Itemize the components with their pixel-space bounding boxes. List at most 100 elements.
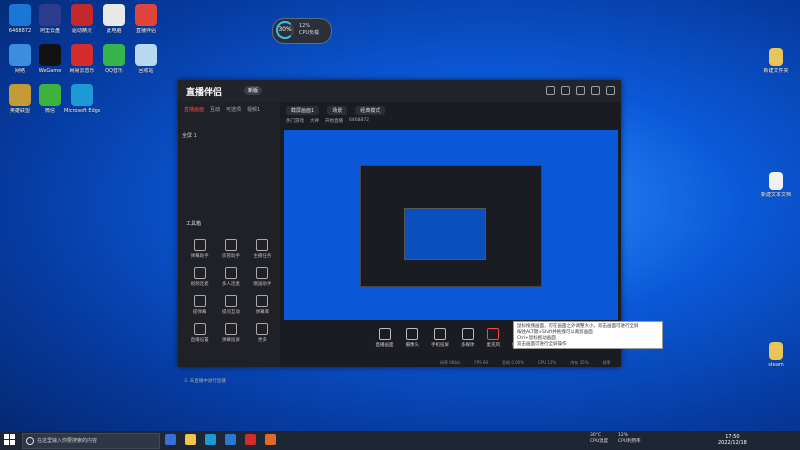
cpu-widget-text: 12% CPU负载 — [299, 23, 319, 37]
app-icon — [135, 44, 157, 66]
status-item: 丢帧 0.00% — [502, 360, 525, 365]
desktop-icon-label: 此电脑 — [106, 28, 122, 34]
status-bar: 码率 0Kb/s FPS 60 丢帧 0.00% CPU 12% 内存 35% 帧率 — [280, 360, 781, 367]
tool-label: 弹幕助手 — [190, 254, 209, 259]
phone-cast-label: 手机投屏 — [431, 343, 449, 348]
app-icon — [39, 44, 61, 66]
toolbox-item[interactable]: 弹幕投屏 — [215, 323, 246, 343]
windows-start-icon[interactable] — [4, 434, 16, 446]
cpu-ring: 30% — [276, 21, 294, 39]
phone-icon — [434, 328, 446, 340]
desktop-icon[interactable]: 新建文件夹 — [758, 48, 794, 74]
desktop-icon-label: 新建文件夹 — [763, 68, 789, 74]
task-view-icon[interactable] — [165, 434, 176, 445]
desktop-icon[interactable]: 直播伴侣 — [128, 4, 164, 34]
toolbox-item[interactable]: 提弹幕 — [184, 295, 215, 315]
settings-icon[interactable] — [546, 86, 555, 95]
camera-button[interactable]: 摄像头 — [405, 328, 420, 358]
desktop-icon[interactable]: WeGame — [32, 44, 68, 74]
tool-icon — [256, 267, 269, 279]
tab-interact[interactable]: 互动 — [210, 106, 220, 113]
taskbar-search[interactable]: 在这里输入你要搜索的内容 — [22, 433, 160, 449]
text-file-icon — [769, 172, 783, 190]
app-icon — [71, 4, 93, 26]
toolbox-item[interactable]: 主播任务 — [247, 239, 278, 259]
subtoolbar-item-4: 6468872 — [349, 118, 370, 123]
tool-label: 弹幕库 — [255, 310, 270, 315]
toolbox-item[interactable]: 弹幕助手 — [184, 239, 215, 259]
camera-label: 摄像头 — [405, 343, 420, 348]
edge-icon[interactable] — [205, 434, 216, 445]
scene-item[interactable]: 全屏 1 — [182, 132, 276, 140]
scene-chip-2[interactable]: 场景 — [327, 106, 348, 115]
subtoolbar-item-3[interactable]: 开始直播 — [325, 118, 343, 124]
desktop-icon[interactable]: 回收站 — [128, 44, 164, 74]
tab-options[interactable]: 可选项 — [226, 106, 241, 113]
clock-date: 2022/12/18 — [718, 440, 747, 446]
toolbox-item[interactable]: 提问互动 — [215, 295, 246, 315]
maximize-icon[interactable] — [591, 86, 600, 95]
media-icon — [461, 328, 474, 340]
desktop-icon[interactable]: 微信 — [32, 84, 68, 114]
toolbox-item[interactable]: 直播设置 — [184, 323, 215, 343]
phone-cast-button[interactable]: 手机投屏 — [431, 328, 449, 358]
tool-label: 弹幕投屏 — [221, 338, 240, 343]
version-badge[interactable]: 新版 — [244, 86, 263, 95]
minimize-icon[interactable] — [576, 86, 585, 95]
tool-label: 多人连麦 — [221, 282, 240, 287]
app-icon — [39, 84, 61, 106]
tool-label: 提问互动 — [221, 310, 240, 315]
toolbox-item[interactable]: 弹幕库 — [247, 295, 278, 315]
clock[interactable]: 17:50 2022/12/18 — [718, 434, 747, 446]
tool-icon — [193, 323, 206, 335]
desktop-icon-label: 新建文本文档 — [760, 192, 791, 198]
tray-temperature: 30°C CPU温度 — [590, 433, 608, 445]
tab-video[interactable]: 视频1 — [247, 106, 260, 113]
app-icon — [39, 4, 61, 26]
app-icon — [103, 4, 125, 26]
close-icon[interactable] — [606, 86, 615, 95]
tab-live-screen[interactable]: 直播画面 — [184, 106, 204, 113]
microphone-button[interactable]: 麦克风 — [487, 328, 500, 358]
toolbox-item[interactable]: 赠送助手 — [247, 267, 278, 287]
desktop-icon[interactable]: 新建文本文档 — [758, 172, 794, 198]
status-item: 码率 0Kb/s — [440, 360, 461, 365]
cpu-widget[interactable]: 30% 12% CPU负载 — [272, 18, 332, 44]
screen-capture-label: 直播画面 — [375, 343, 394, 348]
toolbox-item[interactable]: 视频连麦 — [184, 267, 215, 287]
subtoolbar-item-1[interactable]: 热门游戏 — [286, 118, 304, 124]
file-explorer-icon[interactable] — [185, 434, 196, 445]
desktop-icon[interactable]: 阿里云盘 — [32, 4, 68, 34]
desktop-icon[interactable]: 此电脑 — [96, 4, 132, 34]
scene-chip-1[interactable]: 截屏画面1 — [286, 106, 320, 115]
desktop-icon[interactable]: QQ音乐 — [96, 44, 132, 74]
folder-icon — [769, 48, 783, 66]
search-placeholder: 在这里输入你要搜索的内容 — [37, 438, 98, 444]
subtoolbar-item-2[interactable]: 大神 — [310, 118, 319, 124]
desktop-icon[interactable]: 网易云音乐 — [64, 44, 100, 74]
desktop-icon[interactable]: 驱动精灵 — [64, 4, 100, 34]
sub-toolbar: 热门游戏 大神 开始直播 6468872 — [286, 118, 369, 124]
scene-chip-3[interactable]: 经典模式 — [355, 106, 386, 115]
toolbox-item[interactable]: 多人连麦 — [215, 267, 246, 287]
app-icon — [71, 84, 93, 106]
tool-label: 直播设置 — [190, 338, 209, 343]
menu-icon[interactable] — [561, 86, 570, 95]
media-button[interactable]: 多媒体 — [461, 328, 475, 358]
app-icon — [9, 84, 31, 106]
desktop-icon-label: 直播伴侣 — [135, 28, 156, 34]
app-titlebar[interactable]: 直播伴侣 新版 — [178, 80, 621, 102]
desktop-icon[interactable]: Microsoft Edge — [64, 84, 100, 114]
netease-music-icon[interactable] — [245, 434, 256, 445]
toolbox-item[interactable]: 房管助手 — [215, 239, 246, 259]
screen-capture-button[interactable]: 直播画面 — [376, 328, 394, 358]
live-companion-taskbar-icon[interactable] — [265, 434, 276, 445]
app-icon — [9, 44, 31, 66]
tool-icon — [224, 239, 237, 251]
search-icon — [26, 437, 34, 445]
app-icon — [9, 4, 31, 26]
toolbox-item[interactable]: 更多 — [247, 323, 278, 343]
live-preview[interactable] — [284, 130, 618, 320]
store-icon[interactable] — [225, 434, 236, 445]
tool-icon — [224, 295, 237, 307]
